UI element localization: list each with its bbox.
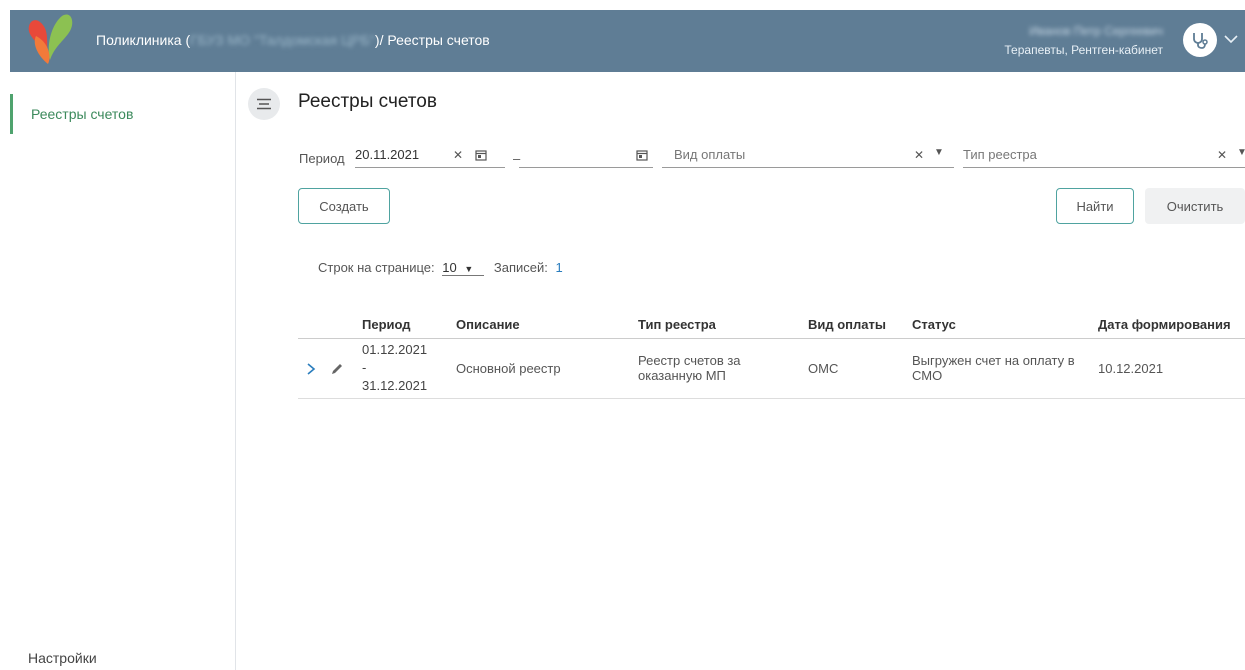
sidebar-item-registries[interactable]: Реестры счетов bbox=[10, 94, 235, 134]
col-payment[interactable]: Вид оплаты bbox=[802, 298, 906, 339]
col-period[interactable]: Период bbox=[356, 298, 450, 339]
clear-button[interactable]: Очистить bbox=[1145, 188, 1245, 224]
user-name: Иванов Петр Сергеевич bbox=[1029, 24, 1163, 38]
clear-icon[interactable]: ✕ bbox=[1217, 148, 1227, 162]
calendar-icon[interactable] bbox=[475, 149, 487, 161]
breadcrumb-prefix: Поликлиника ( bbox=[96, 32, 191, 48]
rows-per-page-value: 10 bbox=[442, 260, 457, 275]
stethoscope-icon bbox=[1193, 33, 1208, 49]
cell-registry-type: Реестр счетов за оказанную МП bbox=[632, 338, 802, 399]
find-button[interactable]: Найти bbox=[1056, 188, 1134, 224]
dropdown-arrow-icon: ▼ bbox=[464, 264, 474, 274]
payment-type-placeholder: Вид оплаты bbox=[674, 147, 746, 162]
row-actions bbox=[298, 338, 356, 399]
col-status[interactable]: Статус bbox=[906, 298, 1092, 339]
dropdown-arrow-icon[interactable]: ▼ bbox=[1237, 147, 1245, 158]
top-bar: Поликлиника (ГБУЗ МО "Талдомская ЦРБ")/ … bbox=[10, 10, 1245, 72]
user-role: Терапевты, Рентген-кабинет bbox=[1004, 43, 1163, 57]
table-header-row: Период Описание Тип реестра Вид оплаты С… bbox=[298, 298, 1245, 339]
cell-payment: ОМС bbox=[802, 338, 906, 399]
cell-status: Выгружен счет на оплату в СМО bbox=[906, 338, 1092, 399]
sidebar: Реестры счетов Настройки bbox=[10, 72, 236, 670]
pager: Строк на странице: 10 ▼ Записей: 1 bbox=[318, 260, 563, 276]
breadcrumb-suffix: )/ Реестры счетов bbox=[374, 32, 490, 48]
records-count: 1 bbox=[555, 260, 563, 275]
payment-type-select[interactable]: Вид оплаты ✕ ▼ bbox=[662, 144, 954, 168]
menu-toggle-button[interactable] bbox=[248, 88, 280, 120]
table-row[interactable]: 01.12.2021 - 31.12.2021 Основной реестр … bbox=[298, 338, 1245, 399]
cell-description: Основной реестр bbox=[450, 338, 632, 399]
cell-date: 10.12.2021 bbox=[1092, 338, 1245, 399]
rows-per-page-label: Строк на странице: bbox=[318, 260, 435, 275]
registry-type-placeholder: Тип реестра bbox=[963, 147, 1037, 162]
period-label: Период bbox=[299, 151, 345, 166]
registries-table: Период Описание Тип реестра Вид оплаты С… bbox=[298, 298, 1245, 399]
rows-per-page-select[interactable]: 10 ▼ bbox=[442, 260, 485, 276]
period-separator: - bbox=[362, 360, 367, 375]
app-logo[interactable] bbox=[26, 12, 76, 70]
period-from-field[interactable]: 20.11.2021 ✕ bbox=[355, 144, 505, 168]
clear-icon[interactable]: ✕ bbox=[914, 148, 924, 162]
col-registry-type[interactable]: Тип реестра bbox=[632, 298, 802, 339]
edit-pencil-icon[interactable] bbox=[330, 362, 344, 376]
user-info[interactable]: Иванов Петр Сергеевич Терапевты, Рентген… bbox=[1004, 24, 1163, 57]
clear-icon[interactable]: ✕ bbox=[453, 148, 463, 162]
chevron-down-icon[interactable] bbox=[1223, 32, 1239, 46]
expand-chevron-icon[interactable] bbox=[304, 362, 318, 376]
create-button[interactable]: Создать bbox=[298, 188, 390, 224]
page-title: Реестры счетов bbox=[298, 91, 437, 112]
breadcrumb-org: ГБУЗ МО "Талдомская ЦРБ" bbox=[190, 32, 375, 48]
col-date[interactable]: Дата формирования bbox=[1092, 298, 1245, 339]
calendar-icon[interactable] bbox=[636, 149, 648, 161]
cell-period: 01.12.2021 - 31.12.2021 bbox=[356, 338, 450, 399]
col-description[interactable]: Описание bbox=[450, 298, 632, 339]
col-actions bbox=[298, 298, 356, 339]
registry-type-select[interactable]: Тип реестра ✕ ▼ bbox=[963, 144, 1245, 168]
sidebar-item-settings[interactable]: Настройки bbox=[28, 650, 97, 666]
breadcrumb: Поликлиника (ГБУЗ МО "Талдомская ЦРБ")/ … bbox=[96, 32, 490, 48]
period-to-field[interactable] bbox=[519, 144, 653, 168]
records-label: Записей: bbox=[493, 260, 548, 275]
period-from-value: 20.11.2021 bbox=[355, 147, 420, 162]
period-end: 31.12.2021 bbox=[362, 378, 428, 393]
avatar[interactable] bbox=[1183, 23, 1217, 57]
period-start: 01.12.2021 bbox=[362, 342, 428, 357]
menu-icon bbox=[257, 98, 271, 110]
dropdown-arrow-icon[interactable]: ▼ bbox=[934, 147, 944, 158]
